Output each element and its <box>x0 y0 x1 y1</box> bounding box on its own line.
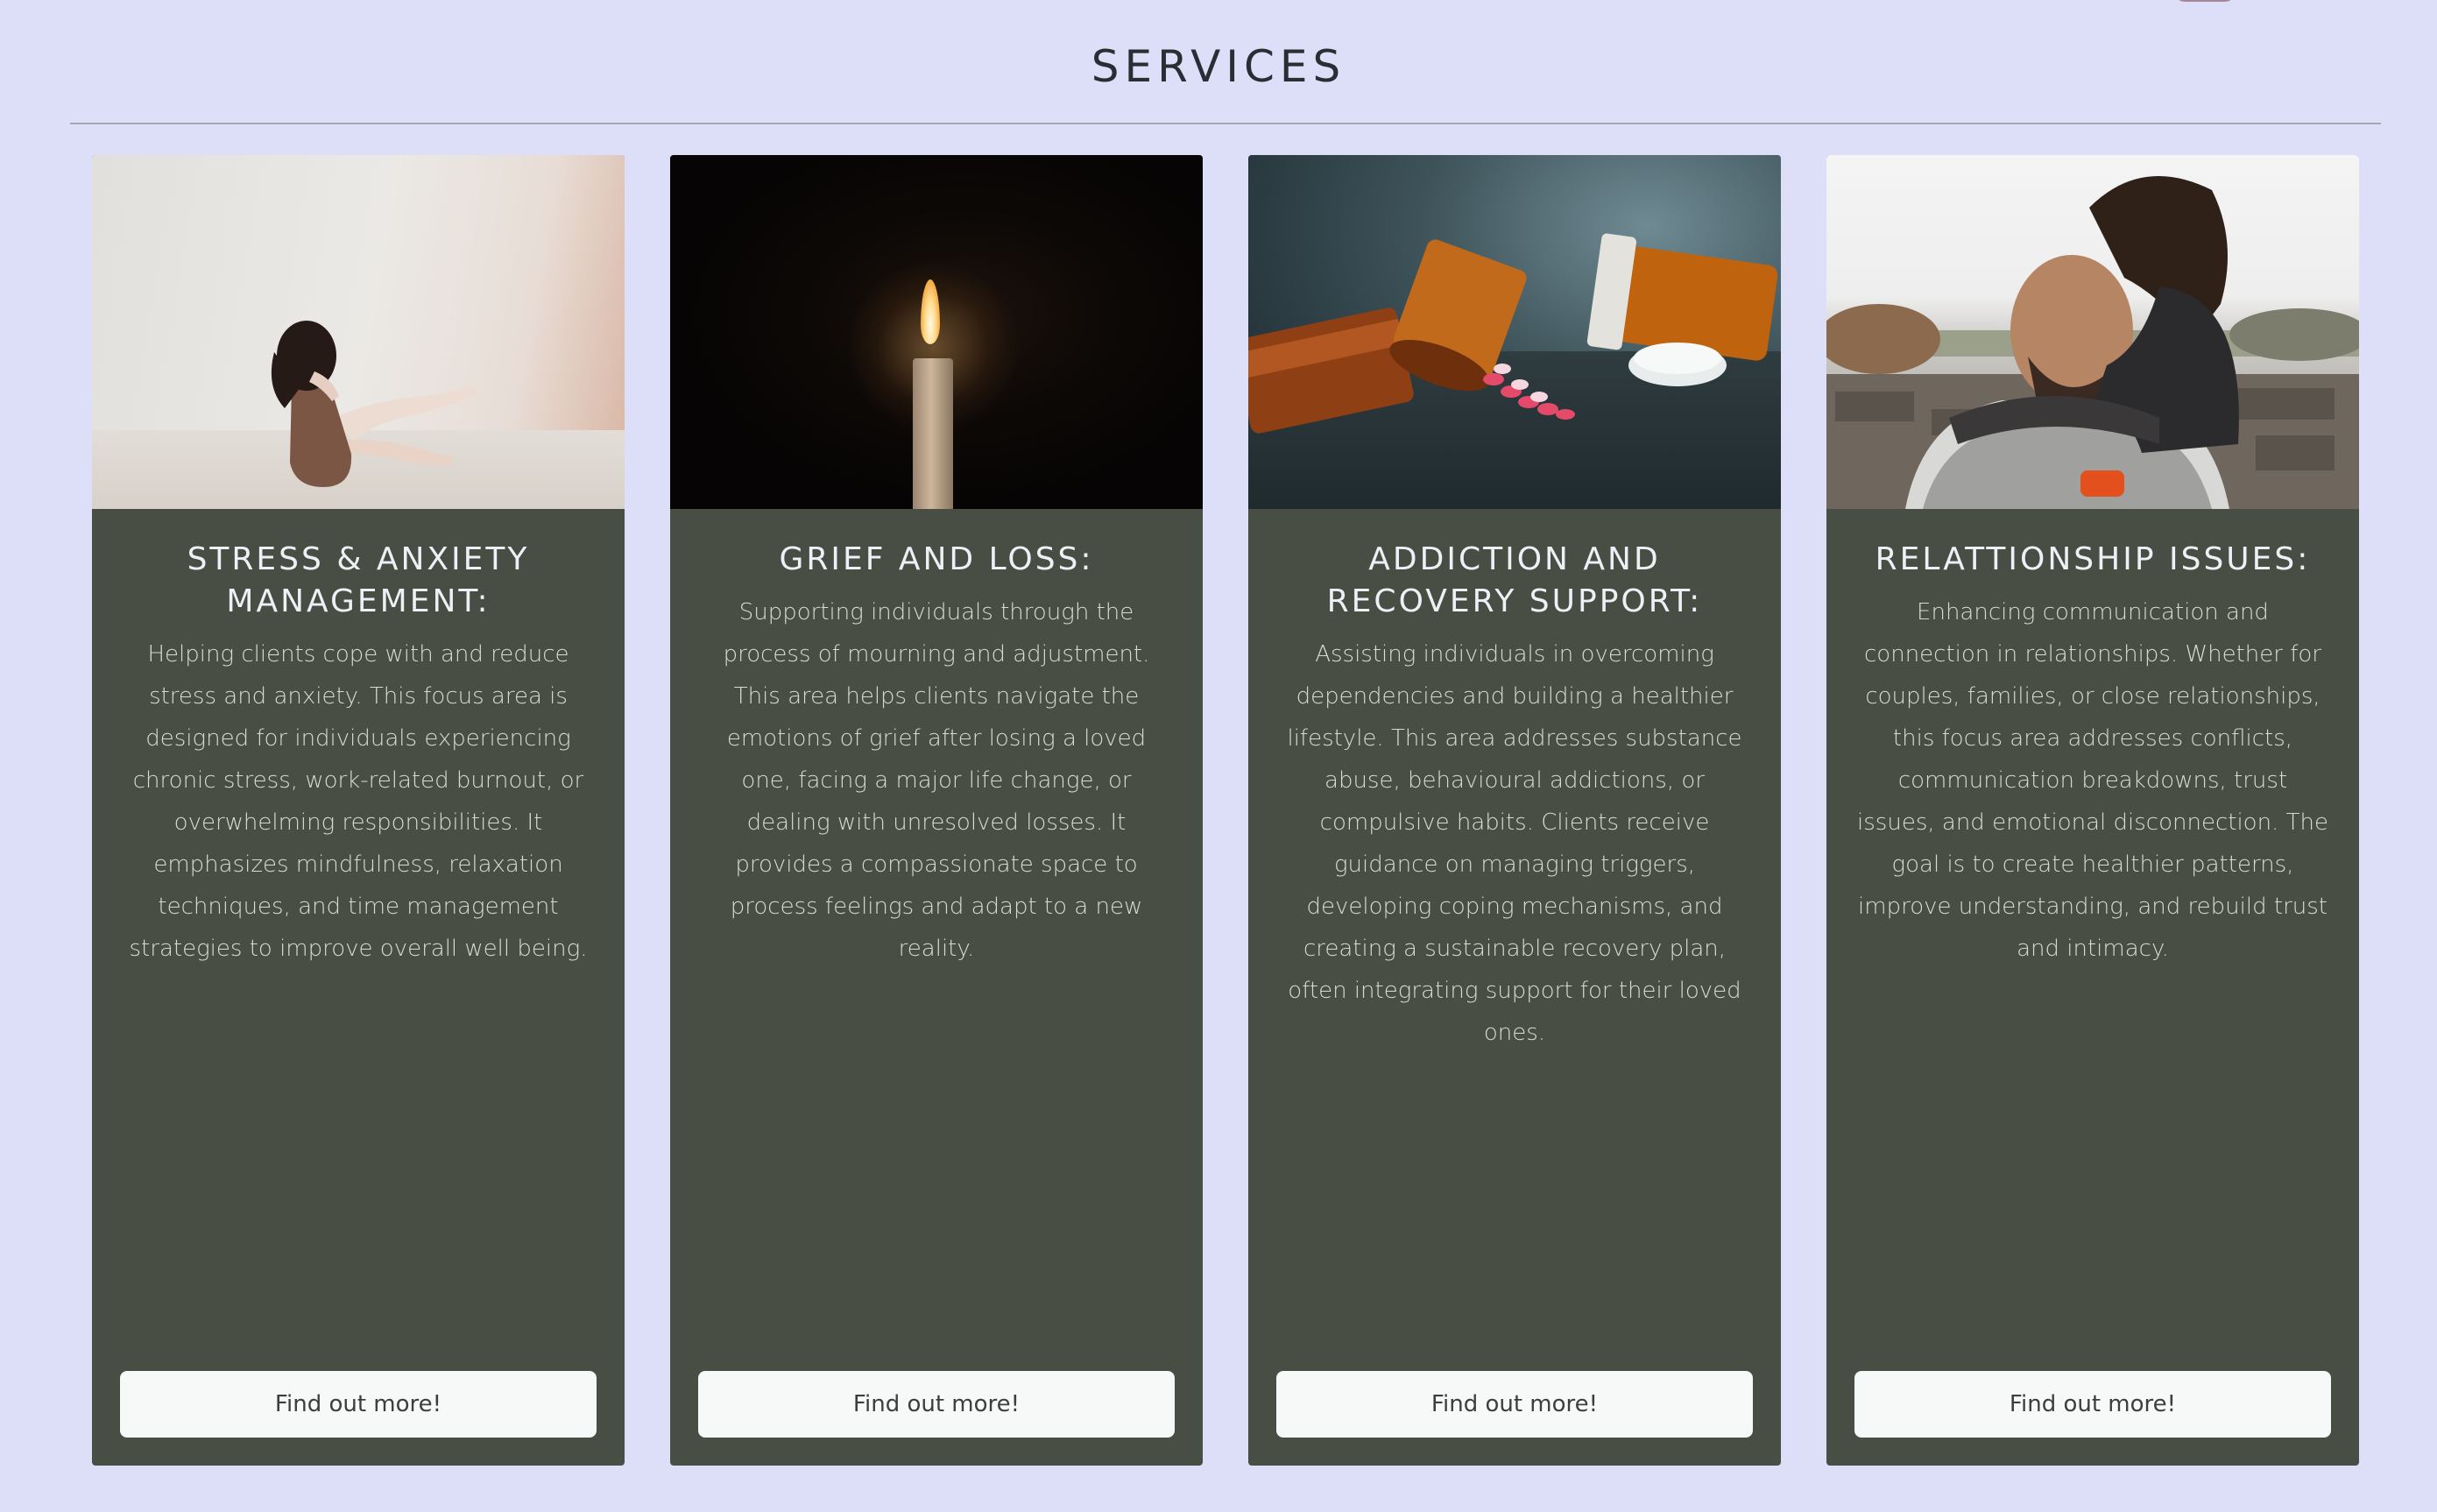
service-card-addiction: ADDICTION AND RECOVERY SUPPORT: Assistin… <box>1248 155 1781 1466</box>
find-out-more-button[interactable]: Find out more! <box>1854 1371 2331 1438</box>
services-grid: STRESS & ANXIETY MANAGEMENT: Helping cli… <box>92 155 2359 1466</box>
card-title: GRIEF AND LOSS: <box>779 541 1094 577</box>
couple-embracing-illustration <box>1826 176 2359 509</box>
title-divider <box>70 123 2381 124</box>
card-title: STRESS & ANXIETY MANAGEMENT: <box>187 541 530 619</box>
find-out-more-button[interactable]: Find out more! <box>120 1371 597 1438</box>
service-card-stress: STRESS & ANXIETY MANAGEMENT: Helping cli… <box>92 155 625 1466</box>
candle-photo <box>670 155 1203 509</box>
couple-photo <box>1826 155 2359 509</box>
stress-photo <box>92 155 625 509</box>
page-title: SERVICES <box>1091 41 1346 92</box>
service-card-grief: GRIEF AND LOSS: Supporting individuals t… <box>670 155 1203 1466</box>
service-card-relationship: RELATTIONSHIP ISSUES: Enhancing communic… <box>1826 155 2359 1466</box>
candle-icon <box>913 358 953 509</box>
card-title: ADDICTION AND RECOVERY SUPPORT: <box>1326 541 1703 619</box>
pill-bottles-illustration <box>1248 233 1778 434</box>
corner-decoration <box>2174 0 2236 2</box>
card-title: RELATTIONSHIP ISSUES: <box>1875 541 2311 577</box>
card-description: Enhancing communication and connection i… <box>1857 599 2328 962</box>
card-description: Assisting individuals in overcoming depe… <box>1287 641 1742 1046</box>
card-description: Supporting individuals through the proce… <box>723 599 1150 962</box>
card-description: Helping clients cope with and reduce str… <box>129 641 588 962</box>
find-out-more-button[interactable]: Find out more! <box>1276 1371 1753 1438</box>
woman-sitting-illustration <box>271 321 479 487</box>
pills-photo <box>1248 155 1781 509</box>
find-out-more-button[interactable]: Find out more! <box>698 1371 1175 1438</box>
